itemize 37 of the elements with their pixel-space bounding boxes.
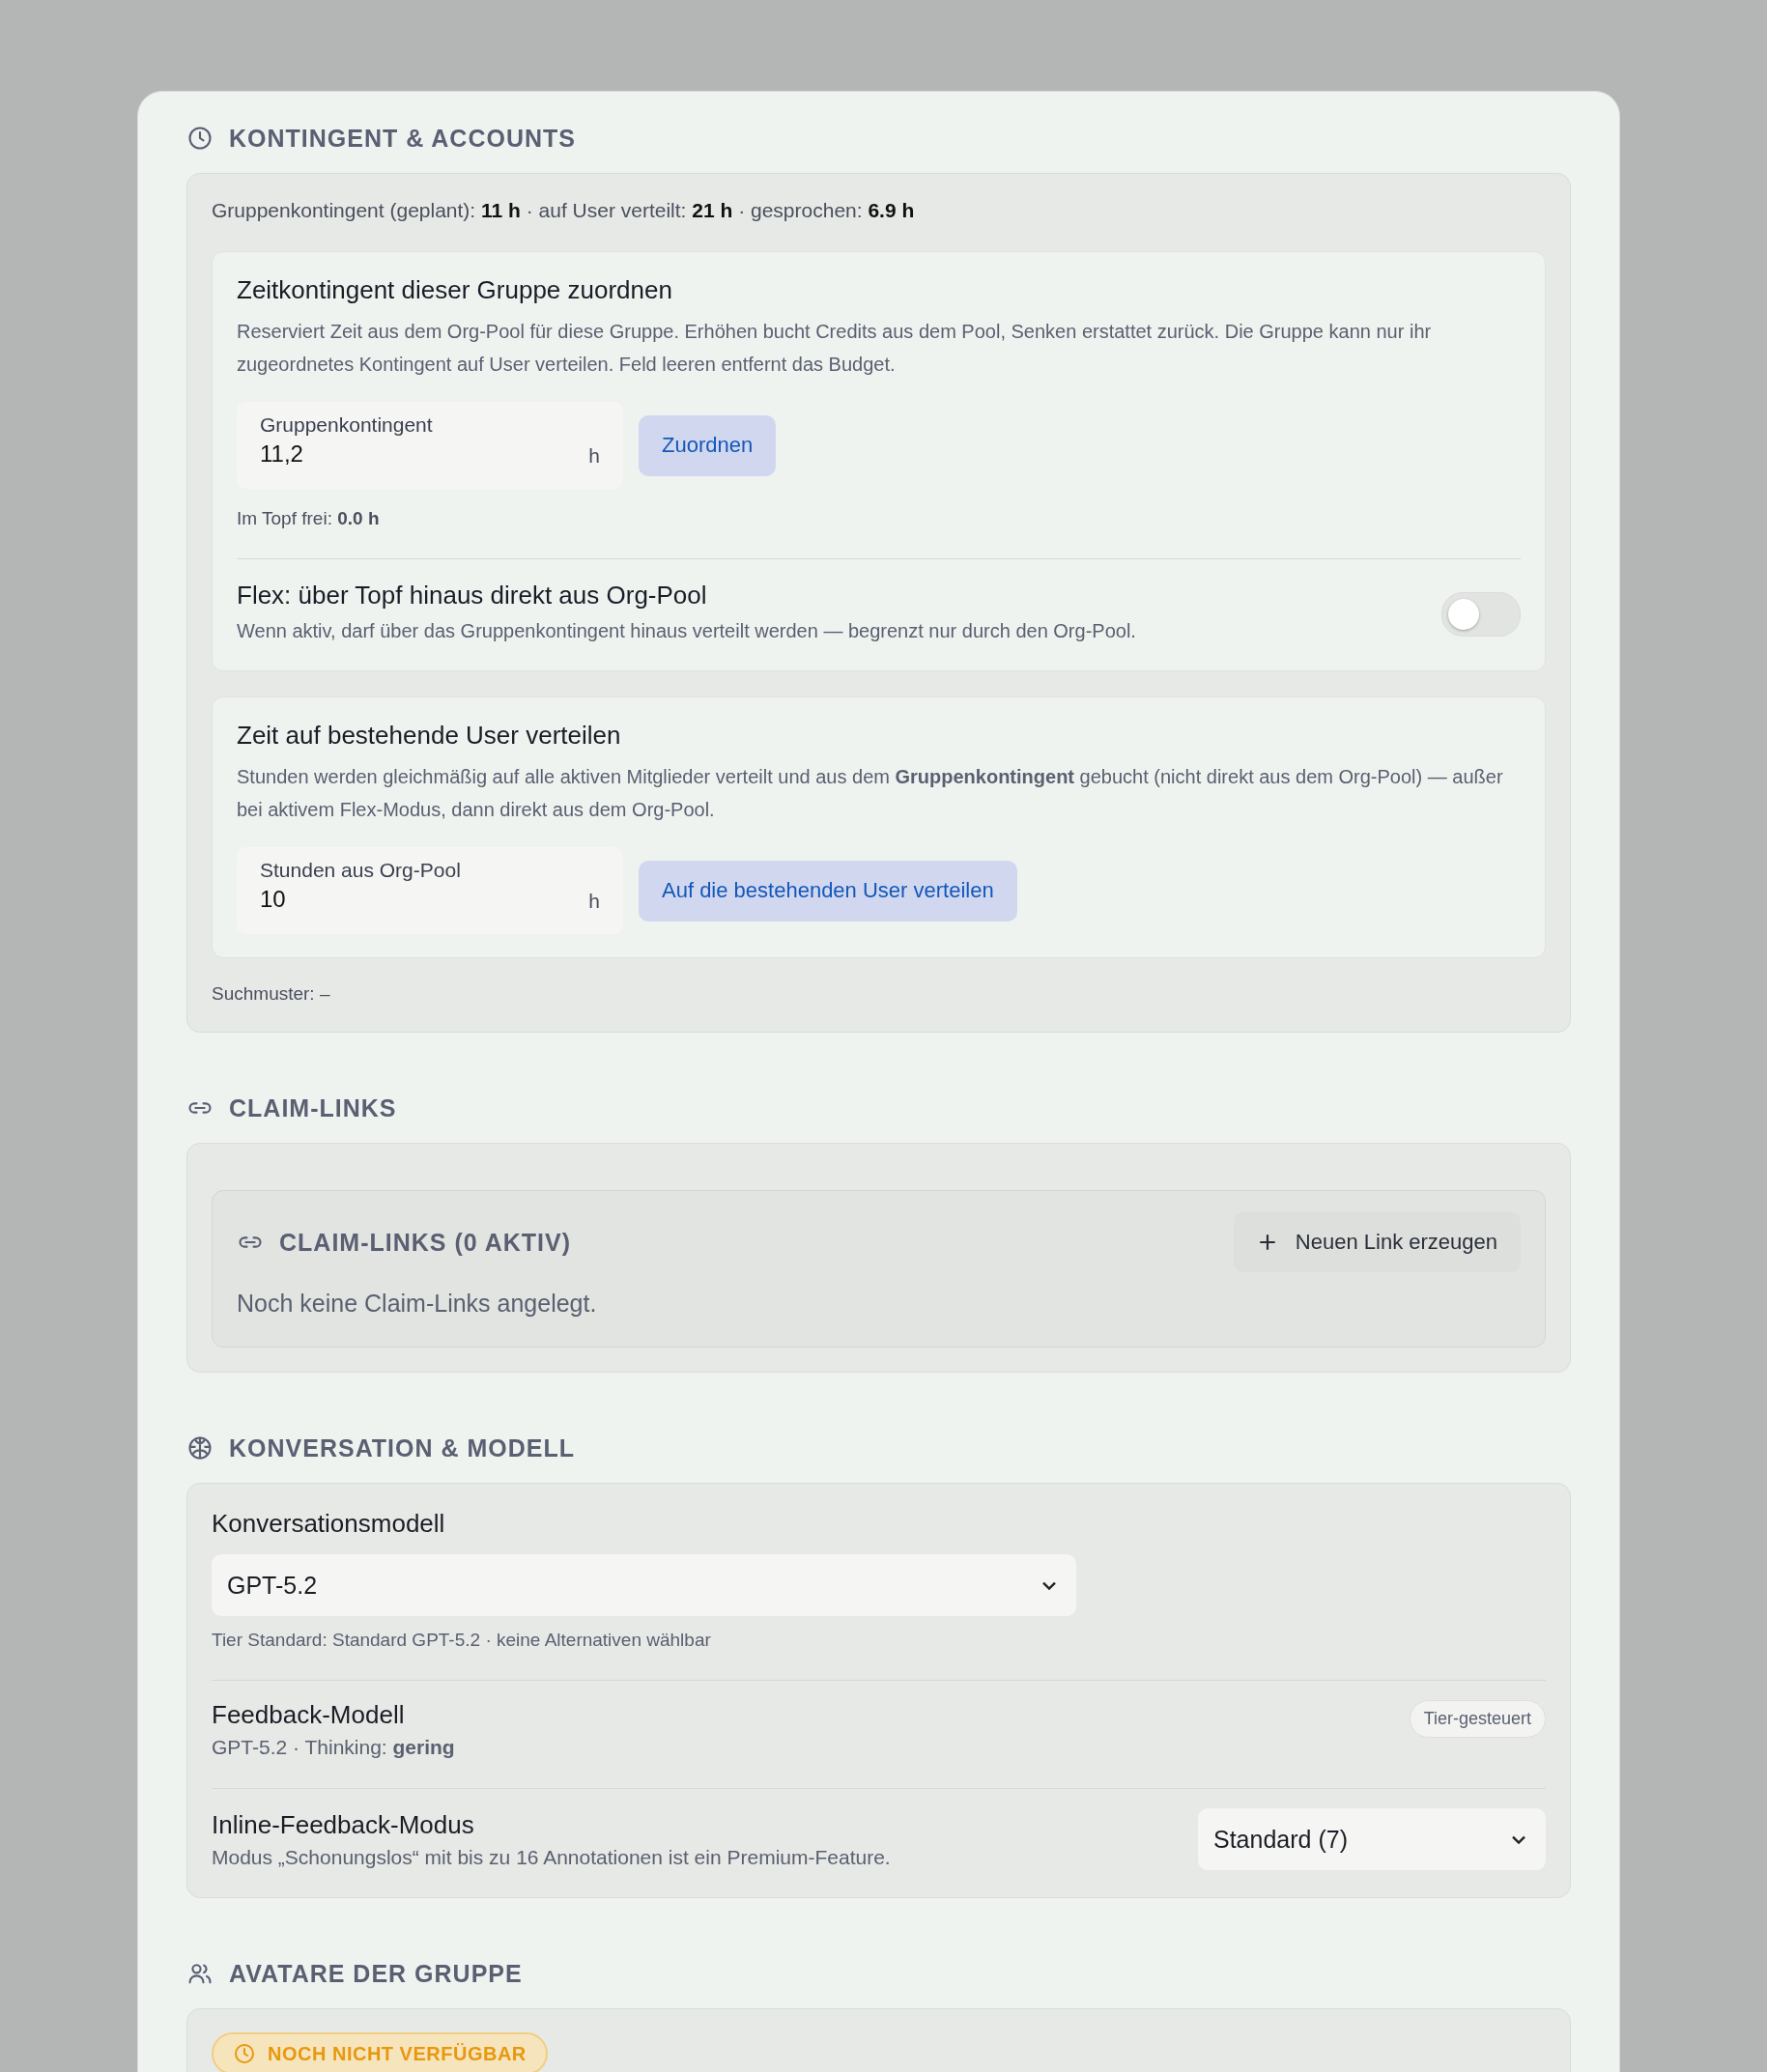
- feedback-title: Feedback-Modell: [212, 1700, 406, 1730]
- new-link-button[interactable]: Neuen Link erzeugen: [1233, 1212, 1521, 1272]
- box-title: CLAIM-LINKS (0 AKTIV): [279, 1228, 571, 1257]
- quota-summary: Gruppenkontingent (geplant): 11 h · auf User verteilt: 21 h · gesprochen: 6.9 h: [212, 199, 916, 222]
- card-title: Zeitkontingent dieser Gruppe zuordnen: [237, 275, 673, 305]
- card-description: Stunden werden gleichmäßig auf alle aktiven Mitglieder verteilt und aus dem Gruppenkontingent gebucht (nicht direkt aus dem Org-Pool) — außer bei aktivem Flex-Modus, dann direkt aus dem Org-Pool.: [237, 765, 1504, 822]
- feedback-detail: GPT-5.2 · Thinking: gering: [212, 1736, 455, 1759]
- empty-message: Noch keine Claim-Links angelegt.: [237, 1290, 598, 1318]
- flex-title: Flex: über Topf hinaus direkt aus Org-Pool: [237, 581, 708, 610]
- card-description: Reserviert Zeit aus dem Org-Pool für diese Gruppe. Erhöhen bucht Credits aus dem Pool, Senken erstattet zurück. Die Gruppe kann nur ihr zugeordnetes Kontingent auf User verteilen. Feld leeren entfernt das Budget.: [237, 320, 1433, 377]
- hours-input[interactable]: 10: [260, 886, 550, 913]
- section-title: AVATARE DER GRUPPE: [229, 1959, 523, 1988]
- clock-icon: [186, 125, 214, 152]
- clock-icon: [233, 2042, 256, 2065]
- unit-label: h: [588, 444, 600, 468]
- inline-feedback-detail: Modus „Schonungslos“ mit bis zu 16 Annotationen ist ein Premium-Feature.: [212, 1845, 891, 1869]
- assign-button[interactable]: Zuordnen: [639, 414, 777, 476]
- inline-mode-select[interactable]: Standard (7): [1198, 1808, 1546, 1870]
- model-hint: Tier Standard: Standard GPT-5.2 · keine Alternativen wählbar: [212, 1630, 712, 1651]
- search-pattern-text: Suchmuster: –: [212, 983, 331, 1005]
- pot-free-text: Im Topf frei: 0.0 h: [237, 508, 381, 529]
- distribute-button[interactable]: Auf die bestehenden User verteilen: [639, 860, 1017, 922]
- unavailable-badge: NOCH NICHT VERFÜGBAR: [212, 2032, 548, 2072]
- section-title: KONVERSATION & MODELL: [229, 1433, 576, 1462]
- section-title: CLAIM-LINKS: [229, 1093, 397, 1122]
- field-label: Gruppenkontingent: [260, 413, 434, 437]
- model-label: Konversationsmodell: [212, 1509, 446, 1539]
- section-title: KONTINGENT & ACCOUNTS: [229, 124, 576, 153]
- tier-badge: Tier-gesteuert: [1409, 1700, 1546, 1738]
- hours-input[interactable]: 11,2: [260, 440, 550, 468]
- flex-toggle[interactable]: [1441, 591, 1521, 637]
- flex-description: Wenn aktiv, darf über das Gruppenkontingent hinaus verteilt werden — begrenzt nur durch den Org-Pool.: [237, 619, 1136, 643]
- card-title: Zeit auf bestehende User verteilen: [237, 721, 622, 751]
- unit-label: h: [588, 890, 600, 913]
- field-label: Stunden aus Org-Pool: [260, 859, 462, 882]
- model-select[interactable]: GPT-5.2: [212, 1554, 1076, 1616]
- inline-feedback-title: Inline-Feedback-Modus: [212, 1809, 475, 1840]
